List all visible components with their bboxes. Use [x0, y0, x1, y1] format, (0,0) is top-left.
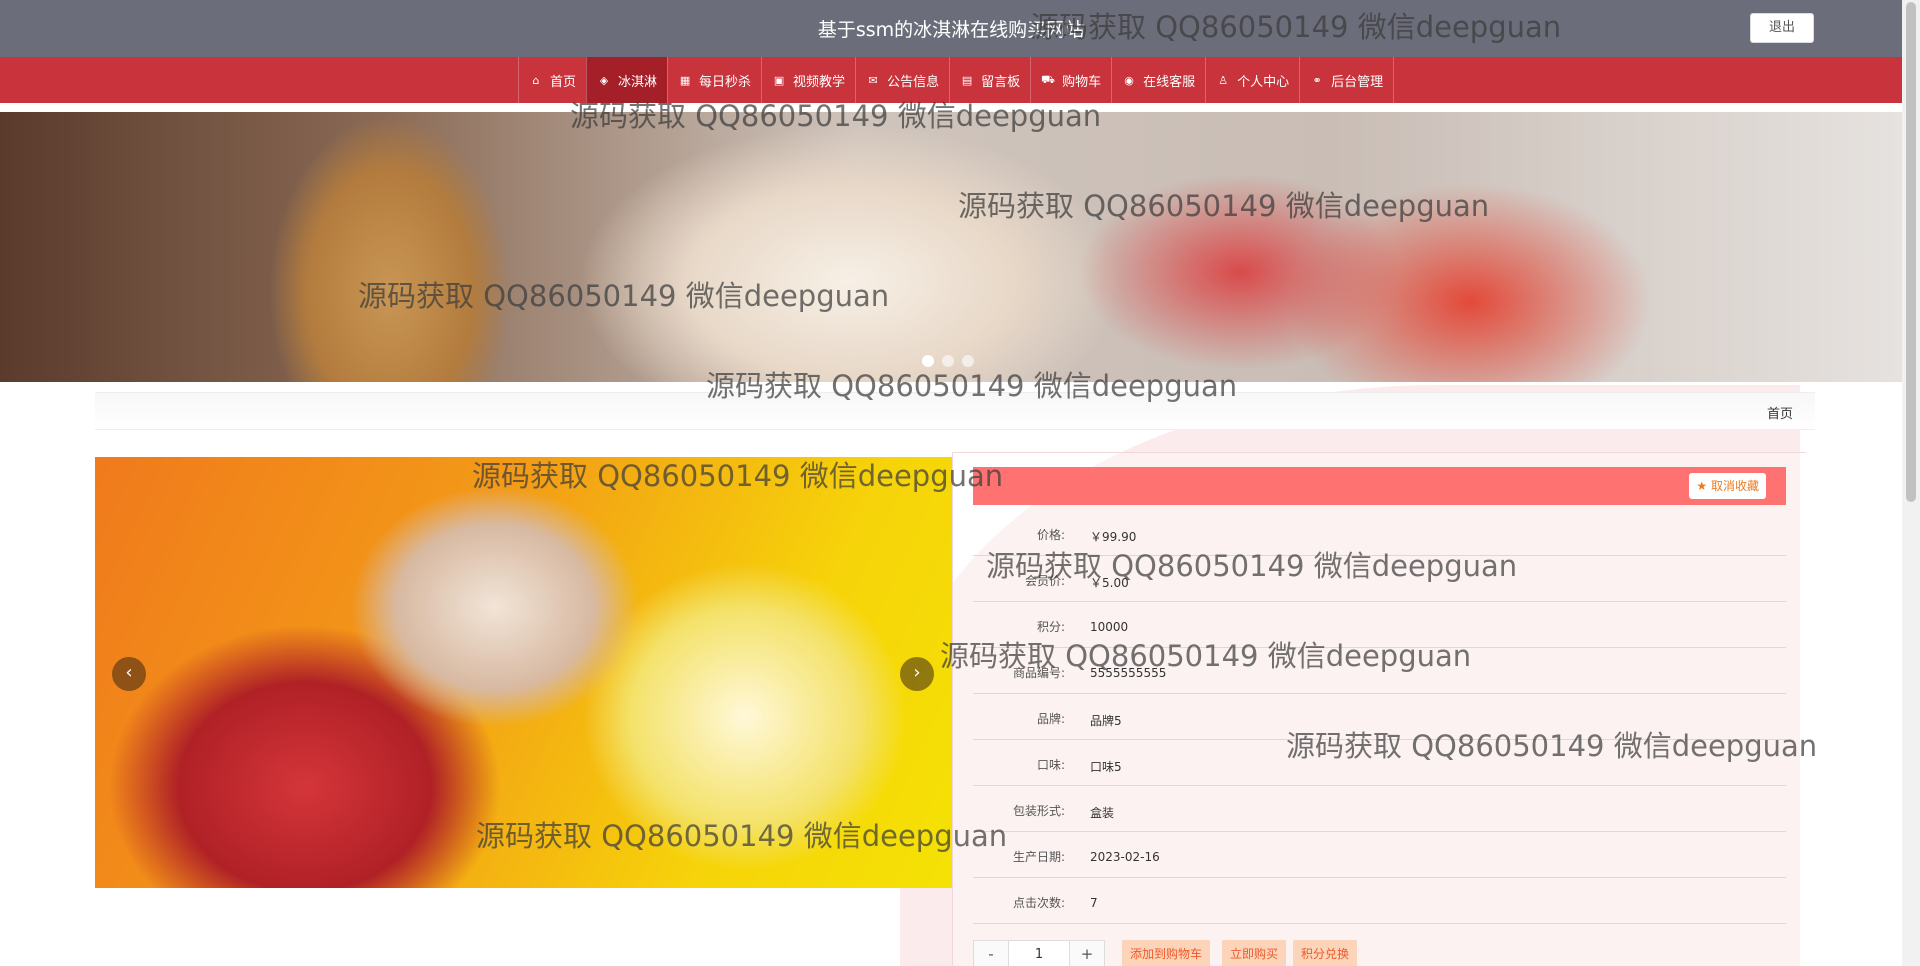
- nav-label: 在线客服: [1143, 74, 1196, 90]
- nav-label: 公告信息: [887, 74, 940, 90]
- quantity-input[interactable]: [1009, 940, 1069, 966]
- nav-label: 视频教学: [793, 74, 846, 90]
- info-row-packaging: 包装形式: 盒装: [973, 786, 1786, 832]
- main-nav: ⌂ 首页 ◈ 冰淇淋 ▦ 每日秒杀 ▣ 视频教学 ✉ 公告信息 ▤ 留言板 ⛟ 购物车 ◉ 在线…: [0, 57, 1902, 103]
- link-icon: ⚭: [1312, 73, 1322, 87]
- nav-item-admin[interactable]: ⚭ 后台管理: [1299, 57, 1395, 103]
- unfavorite-button[interactable]: ★ 取消收藏: [1689, 473, 1766, 499]
- nav-item-message-board[interactable]: ▤ 留言板: [949, 57, 1030, 103]
- nav-label: 每日秒杀: [699, 74, 752, 90]
- points-redeem-button[interactable]: 积分兑换: [1293, 940, 1358, 966]
- info-row-production-date: 生产日期: 2023-02-16: [973, 832, 1786, 878]
- field-label: 口味:: [1036, 758, 1065, 772]
- nav-item-home[interactable]: ⌂ 首页: [518, 57, 586, 103]
- field-value: ￥99.90: [1090, 530, 1137, 544]
- carousel-dot[interactable]: [942, 355, 954, 367]
- carousel-dot[interactable]: [922, 355, 934, 367]
- product-image-carousel: ‹ ›: [95, 457, 952, 888]
- info-row-flavor: 口味: 口味5: [973, 740, 1786, 786]
- nav-list: ⌂ 首页 ◈ 冰淇淋 ▦ 每日秒杀 ▣ 视频教学 ✉ 公告信息 ▤ 留言板 ⛟ 购物车 ◉ 在线…: [518, 57, 1395, 103]
- field-label: 商品编号:: [1012, 666, 1065, 680]
- info-row-click-count: 点击次数: 7: [973, 878, 1786, 924]
- carousel-indicators: [922, 355, 974, 367]
- field-label: 会员价:: [1024, 574, 1065, 588]
- buy-now-button[interactable]: 立即购买: [1222, 940, 1287, 966]
- calendar-icon: ▦: [679, 73, 691, 87]
- carousel-dot[interactable]: [962, 355, 974, 367]
- mail-icon: ✉: [868, 73, 878, 87]
- chat-icon: ◉: [1124, 73, 1134, 87]
- nav-item-profile[interactable]: ♙ 个人中心: [1205, 57, 1299, 103]
- carousel-prev-button[interactable]: ‹: [112, 657, 146, 691]
- field-label: 积分:: [1036, 620, 1065, 634]
- info-row-points: 积分: 10000: [973, 602, 1786, 648]
- page-scrollbar[interactable]: [1902, 0, 1920, 966]
- quantity-increase-button[interactable]: +: [1069, 940, 1105, 966]
- home-icon: ⌂: [532, 73, 540, 87]
- nav-label: 冰淇淋: [618, 74, 658, 90]
- field-value: 2023-02-16: [1090, 850, 1160, 864]
- field-label: 生产日期:: [1012, 850, 1065, 864]
- field-value: 品牌5: [1090, 714, 1122, 728]
- field-value: 5555555555: [1090, 666, 1167, 680]
- field-value: 10000: [1090, 620, 1129, 634]
- field-label: 点击次数:: [1012, 896, 1065, 910]
- nav-item-cart[interactable]: ⛟ 购物车: [1030, 57, 1111, 103]
- nav-label: 个人中心: [1237, 74, 1290, 90]
- nav-label: 后台管理: [1331, 74, 1384, 90]
- nav-label: 首页: [550, 74, 577, 90]
- nav-item-video[interactable]: ▣ 视频教学: [761, 57, 855, 103]
- chevron-right-icon: ›: [913, 662, 921, 683]
- info-row-brand: 品牌: 品牌5: [973, 694, 1786, 740]
- layers-icon: ◈: [599, 73, 609, 87]
- field-value: ￥5.00: [1090, 576, 1129, 590]
- quantity-decrease-button[interactable]: -: [973, 940, 1009, 966]
- site-title: 基于ssm的冰淇淋在线购买网站: [817, 19, 1085, 41]
- info-row-price: 价格: ￥99.90: [973, 510, 1786, 556]
- nav-item-notice[interactable]: ✉ 公告信息: [855, 57, 949, 103]
- star-icon: ★: [1696, 479, 1708, 493]
- nav-item-icecream[interactable]: ◈ 冰淇淋: [586, 57, 668, 103]
- add-to-cart-button[interactable]: 添加到购物车: [1122, 940, 1211, 966]
- nav-item-support[interactable]: ◉ 在线客服: [1111, 57, 1205, 103]
- nav-label: 购物车: [1062, 74, 1102, 90]
- scrollbar-thumb[interactable]: [1906, 2, 1916, 502]
- cart-icon: ⛟: [1041, 72, 1056, 86]
- top-header: 基于ssm的冰淇淋在线购买网站 退出: [0, 0, 1902, 57]
- breadcrumb-home[interactable]: 首页: [1767, 403, 1793, 422]
- nav-item-flash-sale[interactable]: ▦ 每日秒杀: [667, 57, 761, 103]
- carousel-next-button[interactable]: ›: [900, 657, 934, 691]
- unfavorite-label: 取消收藏: [1710, 479, 1759, 493]
- banner-carousel: [0, 112, 1902, 382]
- field-label: 价格:: [1036, 528, 1065, 542]
- video-icon: ▣: [773, 73, 785, 87]
- chevron-left-icon: ‹: [125, 662, 133, 683]
- nav-label: 留言板: [981, 74, 1021, 90]
- logout-button[interactable]: 退出: [1750, 13, 1814, 43]
- quantity-stepper: - +: [973, 940, 1105, 966]
- field-value: 口味5: [1090, 760, 1122, 774]
- detail-header: ★ 取消收藏: [973, 467, 1786, 505]
- user-icon: ♙: [1218, 73, 1229, 87]
- field-value: 7: [1090, 896, 1098, 910]
- field-label: 包装形式:: [1012, 804, 1065, 818]
- field-label: 品牌:: [1036, 712, 1065, 726]
- field-value: 盒装: [1090, 806, 1115, 820]
- breadcrumb: 首页: [95, 392, 1815, 430]
- info-row-product-code: 商品编号: 5555555555: [973, 648, 1786, 694]
- info-row-member-price: 会员价: ￥5.00: [973, 556, 1786, 602]
- board-icon: ▤: [961, 73, 973, 87]
